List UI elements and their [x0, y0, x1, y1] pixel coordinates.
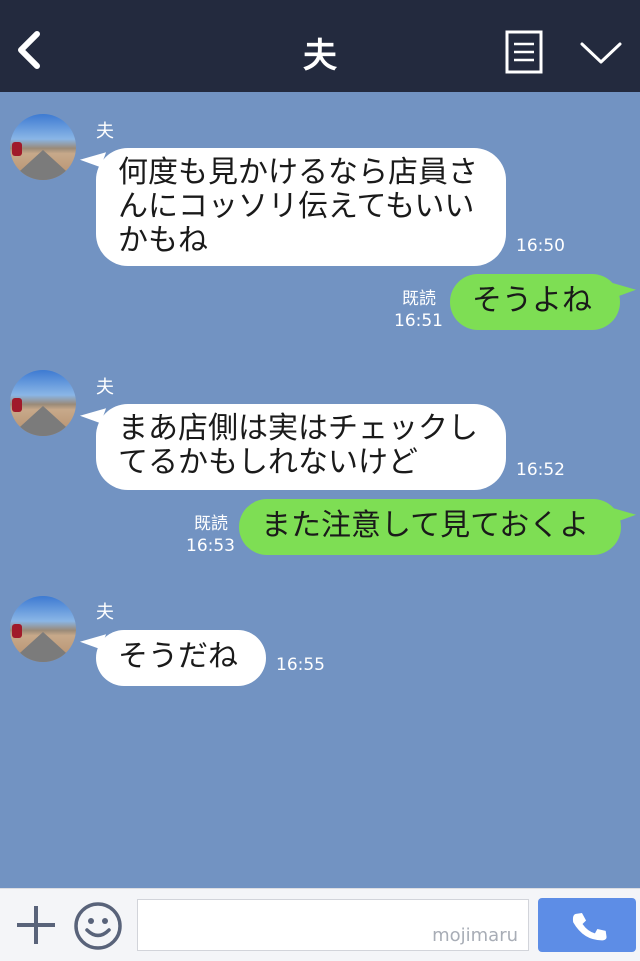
- plus-icon: [17, 906, 55, 944]
- add-button[interactable]: [14, 903, 58, 947]
- read-label: 既読: [402, 289, 436, 309]
- avatar[interactable]: [10, 370, 76, 436]
- menu-button[interactable]: [505, 30, 543, 74]
- message-time: 16:50: [516, 236, 565, 256]
- list-icon: [505, 30, 543, 74]
- message-time: 16:51: [394, 311, 443, 331]
- input-bar: mojimaru: [0, 888, 640, 961]
- bubble-tail: [609, 499, 637, 523]
- avatar[interactable]: [10, 596, 76, 662]
- collapse-button[interactable]: [578, 36, 624, 70]
- back-button[interactable]: [10, 26, 50, 74]
- message-input[interactable]: mojimaru: [137, 899, 529, 951]
- chevron-down-icon: [580, 42, 622, 64]
- message-bubble[interactable]: そうよね: [450, 274, 620, 330]
- message-bubble[interactable]: まあ店側は実はチェックし てるかもしれないけど: [96, 404, 506, 490]
- chat-title: 夫: [303, 36, 337, 76]
- read-receipt: 既読 16:51: [394, 288, 443, 332]
- phone-icon: [572, 912, 607, 941]
- emoji-button[interactable]: [73, 901, 123, 951]
- read-label: 既読: [194, 514, 228, 534]
- message-bubble[interactable]: 何度も見かけるなら店員さ んにコッソリ伝えてもいい かもね: [96, 148, 506, 266]
- smiley-icon: [74, 902, 122, 950]
- bubble-tail: [609, 274, 637, 298]
- message-list[interactable]: 夫 何度も見かけるなら店員さ んにコッソリ伝えてもいい かもね 16:50 既読…: [0, 92, 640, 888]
- watermark-text: mojimaru: [432, 925, 518, 946]
- message-time: 16:52: [516, 460, 565, 480]
- sender-name: 夫: [96, 121, 114, 142]
- message-bubble[interactable]: そうだね: [96, 630, 266, 686]
- message-bubble[interactable]: また注意して見ておくよ: [239, 499, 621, 555]
- read-receipt: 既読 16:53: [186, 513, 235, 557]
- sender-name: 夫: [96, 377, 114, 398]
- avatar[interactable]: [10, 114, 76, 180]
- call-button[interactable]: [538, 898, 636, 952]
- message-time: 16:55: [276, 655, 325, 675]
- sender-name: 夫: [96, 602, 114, 623]
- message-time: 16:53: [186, 536, 235, 556]
- chevron-left-icon: [18, 31, 40, 69]
- chat-header: 夫: [0, 0, 640, 92]
